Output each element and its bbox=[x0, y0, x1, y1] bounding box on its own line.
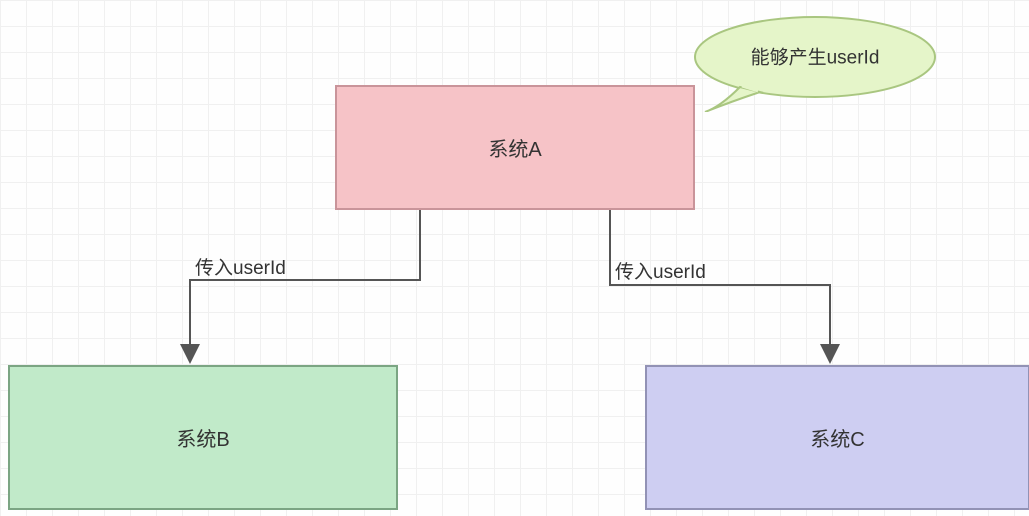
node-b-label: 系统B bbox=[176, 423, 229, 452]
node-system-b: 系统B bbox=[8, 365, 398, 510]
callout-bubble: 能够产生userId bbox=[680, 12, 950, 112]
edge-a-to-c bbox=[610, 210, 830, 360]
node-system-c: 系统C bbox=[645, 365, 1029, 510]
callout-text: 能够产生userId bbox=[751, 43, 880, 70]
edge-label-a-to-c: 传入userId bbox=[615, 257, 706, 284]
node-system-a: 系统A bbox=[335, 85, 695, 210]
node-a-label: 系统A bbox=[488, 133, 541, 162]
edge-label-a-to-b: 传入userId bbox=[195, 253, 286, 280]
edge-a-to-b bbox=[190, 210, 420, 360]
node-c-label: 系统C bbox=[810, 423, 864, 452]
